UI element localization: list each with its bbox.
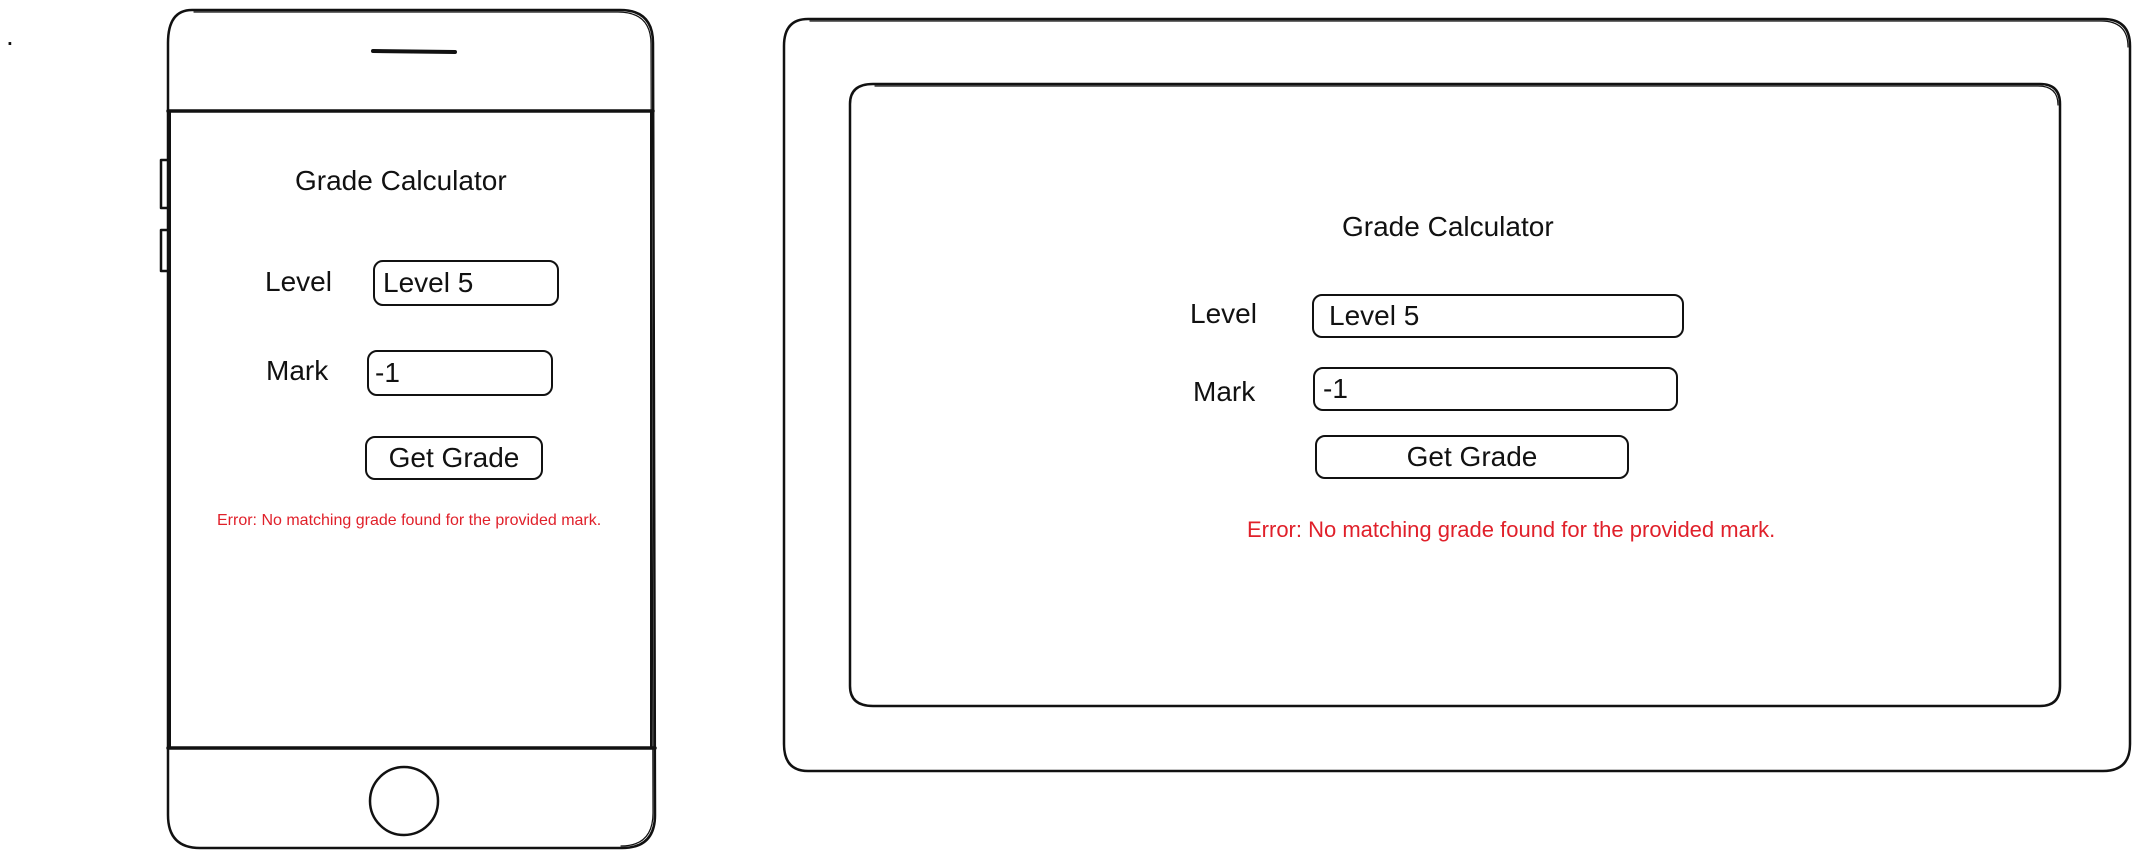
tablet-level-select[interactable]: Level 5 <box>1312 294 1684 338</box>
phone-level-label: Level <box>265 266 332 297</box>
tablet-error-message: Error: No matching grade found for the p… <box>1247 517 1776 542</box>
tablet-level-value: Level 5 <box>1329 300 1420 331</box>
phone-level-select[interactable]: Level 5 <box>373 260 559 306</box>
device-frames <box>159 8 2132 850</box>
phone-speaker <box>371 49 457 54</box>
phone-mark-input[interactable]: -1 <box>367 350 553 396</box>
tablet-page-title: Grade Calculator <box>1342 211 1554 242</box>
phone-mark-value: -1 <box>375 357 400 388</box>
phone-page-title: Grade Calculator <box>295 165 507 196</box>
stray-mark: . <box>6 20 14 51</box>
tablet-level-label: Level <box>1190 298 1257 329</box>
phone-home-button <box>368 765 440 837</box>
tablet-mark-value: -1 <box>1323 373 1348 404</box>
tablet-mark-input[interactable]: -1 <box>1313 367 1678 411</box>
phone-body <box>166 8 657 850</box>
tablet-mark-label: Mark <box>1193 376 1256 407</box>
phone-mark-label: Mark <box>266 355 329 386</box>
phone-error-message: Error: No matching grade found for the p… <box>217 512 602 529</box>
tablet-get-grade-button[interactable]: Get Grade <box>1315 435 1629 479</box>
phone-get-grade-button[interactable]: Get Grade <box>365 436 543 480</box>
phone-level-value: Level 5 <box>383 267 474 298</box>
